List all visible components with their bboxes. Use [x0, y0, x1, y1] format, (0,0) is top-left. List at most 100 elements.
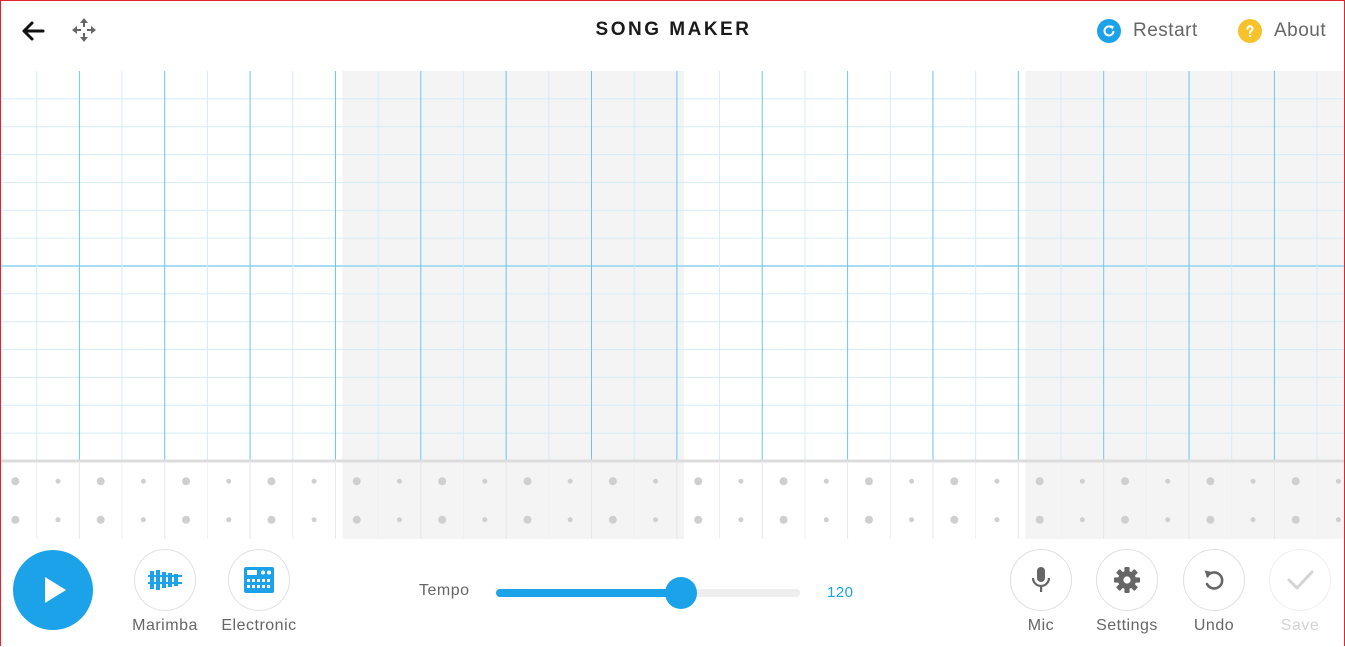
percussion-dot: [1035, 477, 1044, 486]
percussion-dot: [567, 478, 573, 484]
checkmark-icon: [1287, 570, 1314, 590]
percussion-dot: [523, 515, 532, 524]
tempo-label: Tempo: [419, 582, 470, 599]
settings-label: Settings: [1096, 617, 1158, 634]
percussion-dot: [1121, 477, 1130, 486]
bar-shade: [1025, 71, 1344, 539]
undo-icon: [1204, 570, 1224, 590]
instrument-electronic-label: Electronic: [221, 617, 297, 634]
microphone-icon: [1031, 567, 1051, 592]
percussion-dot: [823, 478, 829, 484]
undo-button[interactable]: Undo: [1169, 549, 1259, 635]
tempo-slider[interactable]: [496, 577, 800, 609]
percussion-dot: [482, 478, 488, 484]
percussion-dot: [1165, 478, 1171, 484]
percussion-dot: [738, 478, 744, 484]
percussion-dot: [864, 515, 873, 524]
top-bar: SONG MAKER Restart About: [1, 1, 1344, 71]
percussion-dot: [567, 517, 573, 523]
percussion-dot: [55, 478, 61, 484]
percussion-dot: [182, 477, 191, 486]
percussion-dot: [909, 478, 915, 484]
percussion-dot: [950, 477, 959, 486]
percussion-dot: [1206, 477, 1215, 486]
instrument-marimba-button[interactable]: Marimba: [125, 549, 205, 635]
about-label: About: [1274, 20, 1327, 41]
percussion-dot: [909, 517, 915, 523]
percussion-dot: [694, 477, 703, 486]
percussion-dot: [352, 515, 361, 524]
percussion-dot: [950, 515, 959, 524]
percussion-dot: [608, 515, 617, 524]
percussion-dot: [779, 477, 788, 486]
percussion-dot: [226, 517, 232, 523]
percussion-dot: [1291, 515, 1300, 524]
percussion-dot: [1335, 517, 1341, 523]
tempo-slider-handle[interactable]: [665, 577, 698, 609]
settings-ring: [1096, 549, 1158, 611]
note-grid[interactable]: [1, 71, 1344, 539]
percussion-dot: [96, 477, 105, 486]
save-ring: [1269, 549, 1331, 611]
play-button[interactable]: [13, 550, 93, 630]
restart-icon: [1097, 19, 1121, 43]
percussion-dot: [182, 515, 191, 524]
percussion-dot: [523, 477, 532, 486]
percussion-dot: [1335, 478, 1341, 484]
bottom-bar: Marimba Electronic Tempo 120 Mic Setting…: [1, 539, 1344, 647]
mic-ring: [1010, 549, 1072, 611]
percussion-dot: [694, 515, 703, 524]
percussion-dot: [994, 517, 1000, 523]
save-button[interactable]: Save: [1255, 549, 1345, 635]
marimba-icon: [148, 570, 182, 590]
percussion-dot: [352, 477, 361, 486]
mic-button[interactable]: Mic: [996, 549, 1086, 635]
undo-label: Undo: [1193, 617, 1235, 634]
instrument-marimba-label: Marimba: [132, 617, 198, 634]
percussion-dot: [608, 477, 617, 486]
instrument-electronic-button[interactable]: Electronic: [219, 549, 299, 635]
percussion-dot: [226, 478, 232, 484]
percussion-dot: [1206, 515, 1215, 524]
percussion-dot: [1291, 477, 1300, 486]
percussion-dot: [1250, 517, 1256, 523]
percussion-dot: [1250, 478, 1256, 484]
percussion-dot: [1079, 517, 1085, 523]
percussion-dot: [311, 517, 317, 523]
percussion-dot: [396, 517, 402, 523]
percussion-dot: [396, 478, 402, 484]
gear-icon: [1114, 567, 1140, 593]
drum-machine-icon: [244, 567, 274, 593]
percussion-dot: [738, 517, 744, 523]
play-icon: [45, 577, 66, 603]
save-label: Save: [1280, 617, 1320, 634]
percussion-dot: [864, 477, 873, 486]
instrument-marimba-ring: [134, 549, 196, 611]
percussion-dot: [653, 517, 659, 523]
percussion-dot: [1121, 515, 1130, 524]
percussion-dot: [1035, 515, 1044, 524]
percussion-dot: [55, 517, 61, 523]
restart-label: Restart: [1133, 20, 1198, 41]
percussion-dot: [11, 477, 20, 486]
tempo-value: 120: [827, 584, 854, 601]
percussion-dot: [140, 517, 146, 523]
percussion-dot: [779, 515, 788, 524]
percussion-dot: [653, 478, 659, 484]
instrument-electronic-ring: [228, 549, 290, 611]
about-button[interactable]: About: [1238, 17, 1326, 45]
mic-label: Mic: [1027, 617, 1055, 634]
tempo-slider-fill: [496, 589, 682, 597]
note-grid-canvas[interactable]: [1, 71, 1344, 539]
bar-shade: [342, 71, 684, 539]
restart-button[interactable]: Restart: [1097, 17, 1198, 45]
percussion-dot: [267, 515, 276, 524]
percussion-dot: [994, 478, 1000, 484]
percussion-dot: [267, 477, 276, 486]
percussion-dot: [438, 515, 447, 524]
undo-ring: [1183, 549, 1245, 611]
percussion-dot: [482, 517, 488, 523]
percussion-dot: [96, 515, 105, 524]
settings-button[interactable]: Settings: [1082, 549, 1172, 635]
percussion-dot: [311, 478, 317, 484]
